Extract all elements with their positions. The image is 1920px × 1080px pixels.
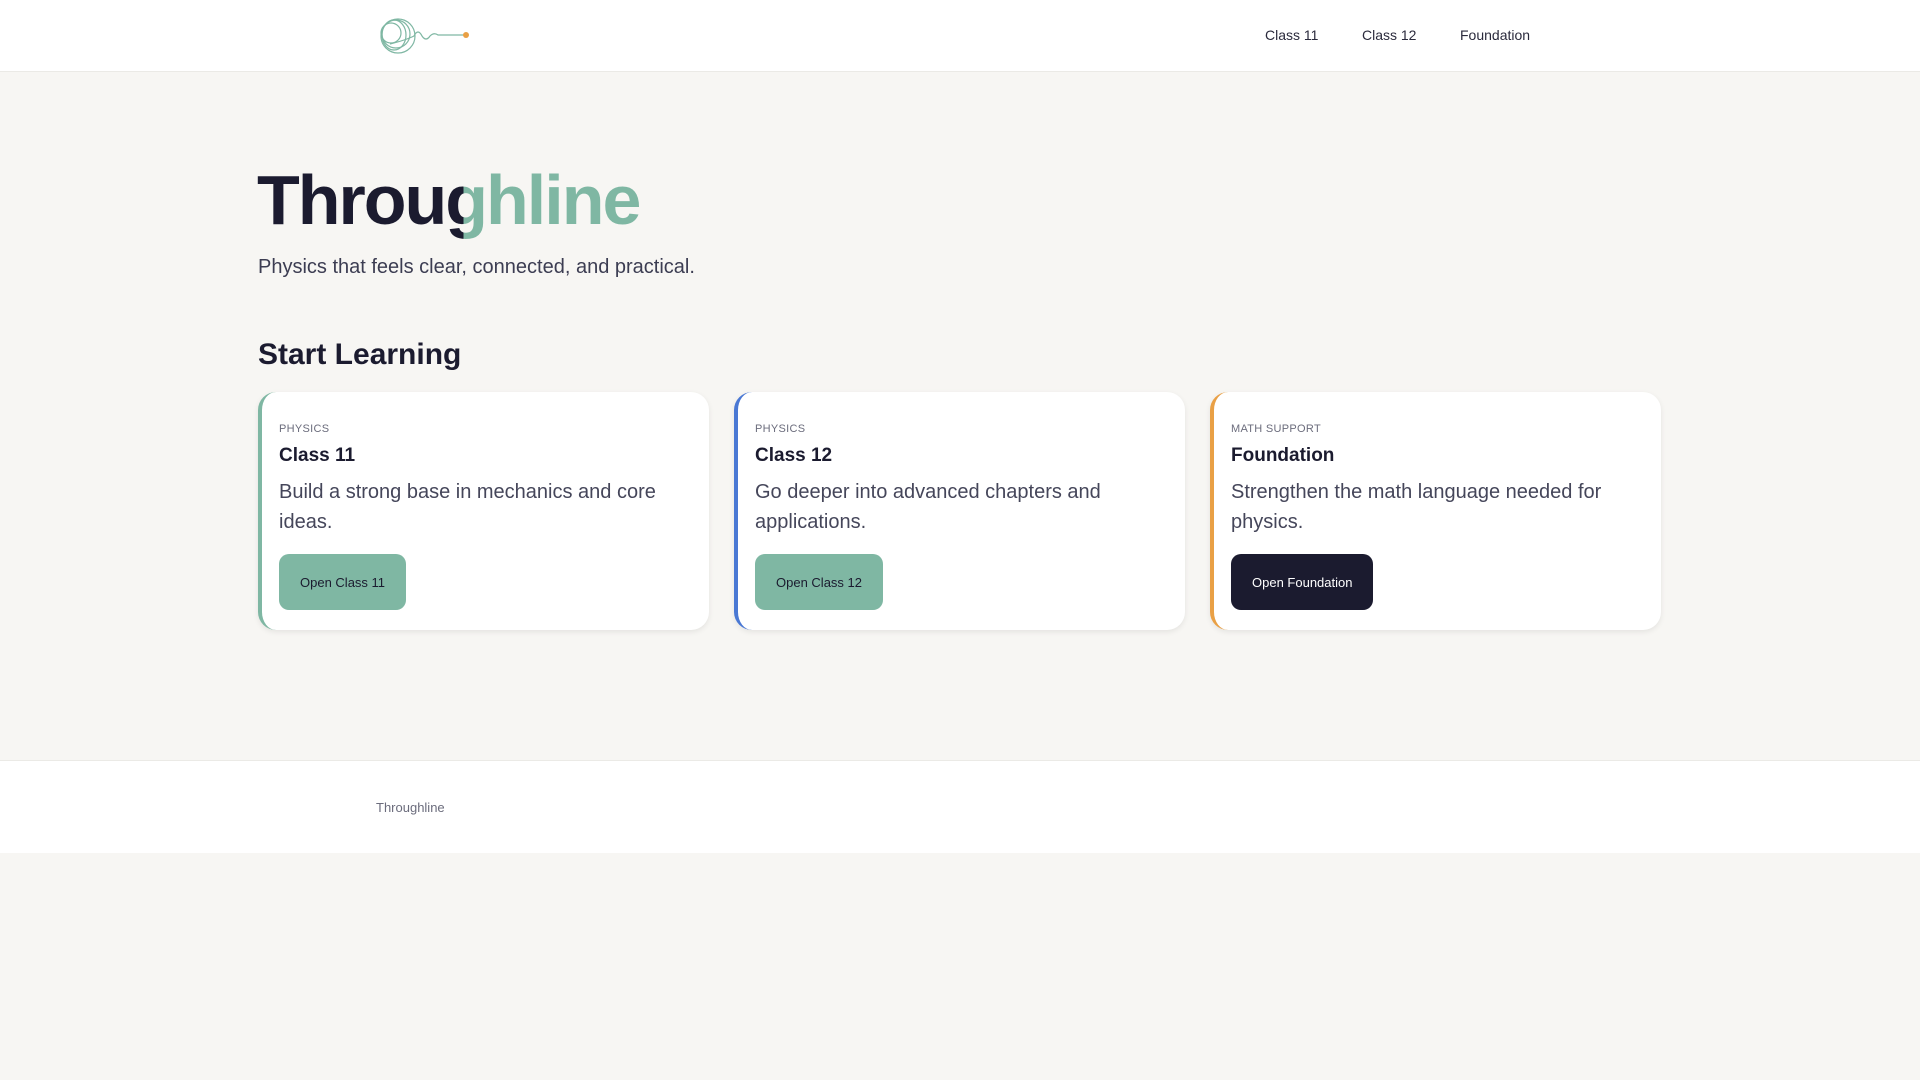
card-title: Class 11 — [279, 445, 356, 466]
section-title: Start Learning — [258, 338, 462, 371]
nav-foundation[interactable]: Foundation — [1460, 27, 1530, 43]
hero-subtitle: Physics that feels clear, connected, and… — [258, 256, 695, 278]
card-description: Build a strong base in mechanics and cor… — [279, 481, 656, 533]
card-title: Foundation — [1231, 445, 1335, 466]
course-card-class-12: PHYSICS Class 12 Go deeper into advanced… — [734, 392, 1185, 630]
card-kicker: PHYSICS — [279, 423, 330, 435]
card-description: Go deeper into advanced chapters and app… — [755, 481, 1101, 533]
site-footer: Throughline — [0, 760, 1920, 853]
open-class-11-button[interactable]: Open Class 11 — [279, 554, 407, 610]
nav-class-11[interactable]: Class 11 — [1265, 27, 1318, 43]
course-card-foundation: MATH SUPPORT Foundation Strengthen the m… — [1210, 392, 1661, 630]
course-card-class-11: PHYSICS Class 11 Build a strong base in … — [258, 392, 709, 630]
open-class-12-button[interactable]: Open Class 12 — [755, 554, 883, 610]
card-description: Strengthen the math language needed for … — [1231, 481, 1602, 533]
card-kicker: PHYSICS — [755, 423, 806, 435]
site-header: Class 11 Class 12 Foundation — [0, 0, 1920, 72]
open-foundation-button[interactable]: Open Foundation — [1231, 554, 1374, 610]
nav-class-12[interactable]: Class 12 — [1362, 27, 1416, 43]
card-title: Class 12 — [755, 445, 833, 466]
card-kicker: MATH SUPPORT — [1231, 423, 1321, 435]
footer-text: Throughline — [376, 800, 445, 815]
hero-title: Throughline — [257, 161, 641, 239]
logo-icon[interactable] — [376, 14, 476, 58]
